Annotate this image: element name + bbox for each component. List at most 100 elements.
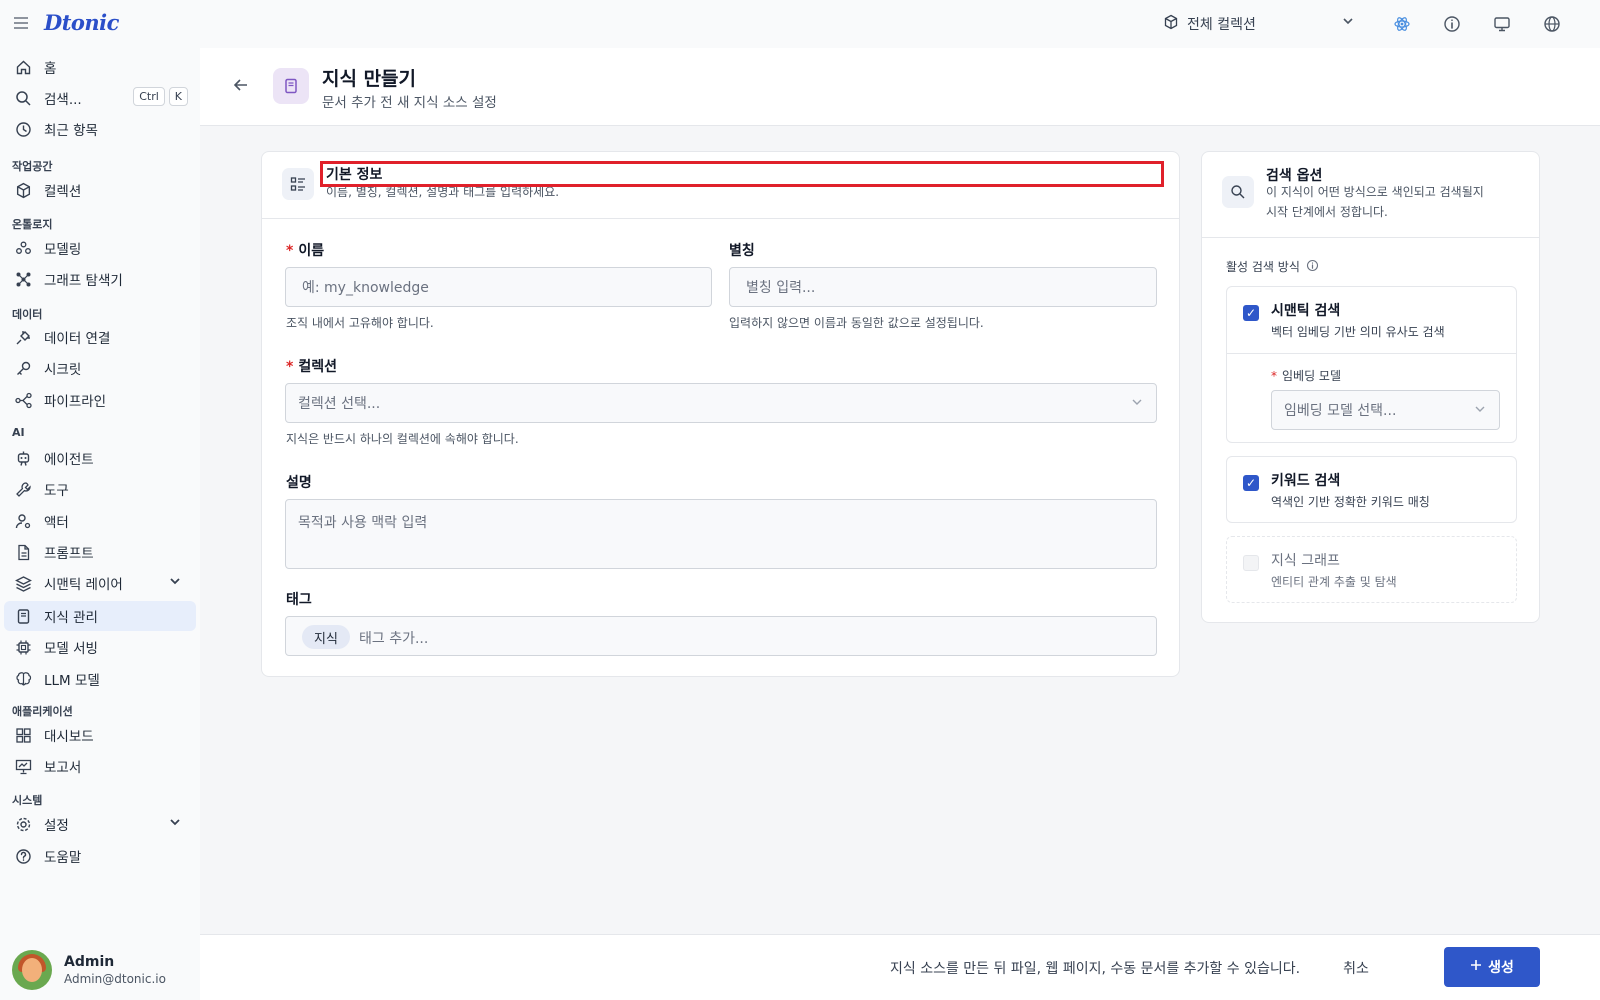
sidebar-item-data-connection[interactable]: 데이터 연결 <box>4 322 196 352</box>
sidebar-item-label: 설정 <box>44 818 69 834</box>
app-logo[interactable]: Dtonic <box>44 10 119 35</box>
sidebar-item-model-serving[interactable]: 모델 서빙 <box>4 632 196 662</box>
sidebar-item-actor[interactable]: 액터 <box>4 506 196 536</box>
sidebar-item-label: 에이전트 <box>44 452 94 468</box>
sidebar-item-label: 홈 <box>44 61 57 77</box>
gear-icon <box>14 815 32 833</box>
home-icon <box>14 58 32 76</box>
monitor-icon[interactable] <box>1490 12 1514 36</box>
sidebar-item-label: 시맨틱 레이어 <box>44 577 123 593</box>
sidebar-item-pipeline[interactable]: 파이프라인 <box>4 385 196 415</box>
knowledge-graph-title: 지식 그래프 <box>1271 553 1340 569</box>
sidebar-item-llm-models[interactable]: LLM 모델 <box>4 664 196 694</box>
atom-icon[interactable] <box>1390 12 1414 36</box>
sidebar-item-help[interactable]: 도움말 <box>4 841 196 871</box>
robot-icon <box>14 449 32 467</box>
semantic-search-desc: 벡터 임베딩 기반 의미 유사도 검색 <box>1271 325 1445 339</box>
create-button-label: 생성 <box>1488 960 1514 976</box>
collection-selector[interactable]: 전체 컬렉션 <box>1163 10 1363 38</box>
keyword-search-title: 키워드 검색 <box>1271 473 1341 489</box>
tag-chip[interactable]: 지식 <box>302 625 350 649</box>
semantic-search-title: 시맨틱 검색 <box>1271 303 1341 319</box>
sidebar-item-tools[interactable]: 도구 <box>4 474 196 504</box>
active-methods-label: 활성 검색 방식 <box>1226 258 1319 275</box>
sidebar-item-label: 프롬프트 <box>44 546 94 562</box>
name-hint: 조직 내에서 고유해야 합니다. <box>286 316 434 330</box>
chip-icon <box>14 638 32 656</box>
menu-icon[interactable] <box>12 14 30 34</box>
section-label-system: 시스템 <box>12 794 43 807</box>
cube-icon <box>14 181 32 199</box>
tags-input[interactable]: 지식 태그 추가... <box>285 616 1157 656</box>
arrow-left-icon <box>233 79 247 91</box>
collection-select-value: 컬렉션 선택... <box>298 396 381 412</box>
collection-select[interactable]: 컬렉션 선택... <box>285 383 1157 423</box>
name-input[interactable]: 예: my_knowledge <box>285 267 712 307</box>
layers-icon <box>14 574 32 592</box>
sidebar-item-secrets[interactable]: 시크릿 <box>4 353 196 383</box>
section-label-applications: 애플리케이션 <box>12 705 73 718</box>
semantic-search-checkbox[interactable]: ✓ <box>1243 305 1259 321</box>
sidebar-item-knowledge[interactable]: 지식 관리 <box>4 601 196 631</box>
search-options-card: 검색 옵션 이 지식이 어떤 방식으로 색인되고 검색될지 시작 단계에서 정합… <box>1201 151 1540 623</box>
knowledge-graph-desc: 엔티티 관계 추출 및 탐색 <box>1271 575 1397 589</box>
sidebar-item-label: 검색... <box>44 92 82 108</box>
collection-selector-label: 전체 컬렉션 <box>1187 17 1256 33</box>
user-profile[interactable]: Admin Admin@dtonic.io <box>12 950 192 990</box>
knowledge-graph-checkbox[interactable] <box>1243 555 1259 571</box>
sidebar-item-dashboard[interactable]: 대시보드 <box>4 720 196 750</box>
sidebar-item-prompt[interactable]: 프롬프트 <box>4 537 196 567</box>
top-bar: Dtonic 전체 컬렉션 <box>0 0 1600 48</box>
chevron-down-icon[interactable] <box>168 574 182 592</box>
page-title: 지식 만들기 <box>322 68 417 90</box>
sidebar-item-collection[interactable]: 컬렉션 <box>4 175 196 205</box>
graph-icon <box>14 270 32 288</box>
plug-icon <box>14 328 32 346</box>
book-icon <box>273 68 309 104</box>
user-email: Admin@dtonic.io <box>64 972 166 986</box>
back-button[interactable] <box>232 76 252 96</box>
sidebar-item-semantic-layer[interactable]: 시맨틱 레이어 <box>4 568 196 598</box>
sidebar-item-agent[interactable]: 에이전트 <box>4 443 196 473</box>
alias-input[interactable]: 별칭 입력... <box>729 267 1157 307</box>
cancel-button[interactable]: 취소 <box>1328 953 1384 983</box>
sidebar-item-modeling[interactable]: 모델링 <box>4 233 196 263</box>
sidebar-item-label: 도움말 <box>44 850 82 866</box>
book-icon <box>14 607 32 625</box>
sidebar-item-search[interactable]: 검색... Ctrl K <box>4 83 196 113</box>
sidebar-item-label: 모델링 <box>44 242 82 258</box>
embedding-model-select[interactable]: 임베딩 모델 선택... <box>1271 390 1500 430</box>
search-icon <box>14 89 32 107</box>
sidebar-item-settings[interactable]: 설정 <box>4 809 196 839</box>
clock-icon <box>14 120 32 138</box>
description-label: 설명 <box>286 475 312 491</box>
sidebar-item-label: 도구 <box>44 483 69 499</box>
chevron-down-icon[interactable] <box>168 815 182 833</box>
keyword-search-desc: 역색인 기반 정확한 키워드 매칭 <box>1271 495 1430 509</box>
knowledge-graph-option: 지식 그래프 엔티티 관계 추출 및 탐색 <box>1226 536 1517 603</box>
wrench-icon <box>14 480 32 498</box>
alias-hint: 입력하지 않으면 이름과 동일한 값으로 설정됩니다. <box>729 316 984 330</box>
sidebar-item-report[interactable]: 보고서 <box>4 751 196 781</box>
description-textarea[interactable]: 목적과 사용 맥락 입력 <box>285 499 1157 569</box>
globe-icon[interactable] <box>1540 12 1564 36</box>
list-icon <box>282 168 314 200</box>
user-name: Admin <box>64 954 115 970</box>
plus-icon <box>1470 959 1482 975</box>
sidebar: 홈 검색... Ctrl K 최근 항목 작업공간 컬렉션 온톨로지 모델링 그… <box>0 48 200 1000</box>
create-button[interactable]: 생성 <box>1444 947 1540 987</box>
info-icon[interactable] <box>1306 259 1319 275</box>
sidebar-item-label: 데이터 연결 <box>44 331 111 347</box>
sidebar-item-label: 모델 서빙 <box>44 641 98 657</box>
sidebar-item-home[interactable]: 홈 <box>4 52 196 82</box>
name-label: * 이름 <box>286 243 325 259</box>
info-icon[interactable] <box>1440 12 1464 36</box>
sidebar-item-graph-explorer[interactable]: 그래프 탐색기 <box>4 264 196 294</box>
keyword-search-checkbox[interactable]: ✓ <box>1243 475 1259 491</box>
tags-label: 태그 <box>286 592 312 608</box>
sidebar-item-recent[interactable]: 최근 항목 <box>4 114 196 144</box>
basic-info-card: 기본 정보 이름, 별칭, 컬렉션, 설명과 태그를 입력하세요. * 이름 예:… <box>261 151 1180 677</box>
page-subtitle: 문서 추가 전 새 지식 소스 설정 <box>322 95 497 111</box>
brain-icon <box>14 670 32 688</box>
collection-hint: 지식은 반드시 하나의 컬렉션에 속해야 합니다. <box>286 432 519 446</box>
